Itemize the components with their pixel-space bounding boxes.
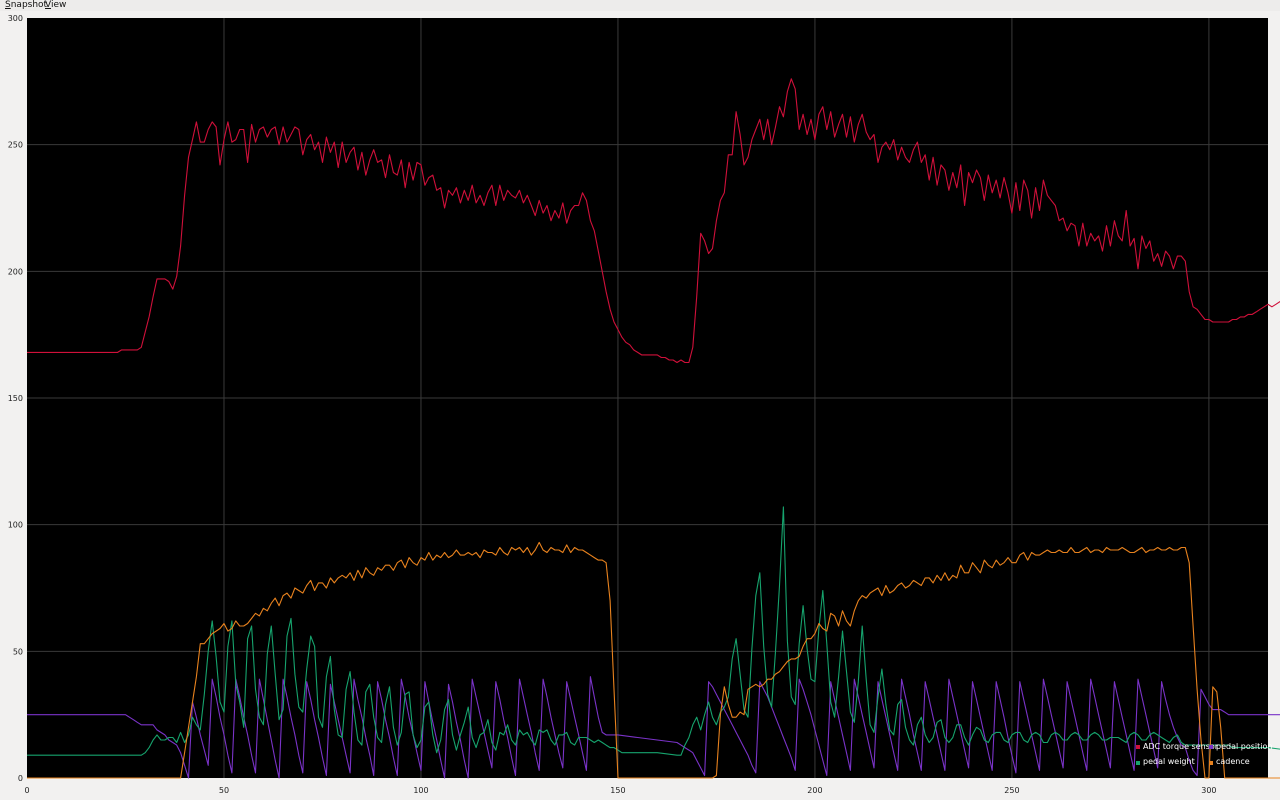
y-tick-label: 150 xyxy=(8,394,23,403)
x-tick-label: 0 xyxy=(24,786,29,795)
y-tick-label: 0 xyxy=(18,774,23,783)
menu-bar: Snapshot View xyxy=(0,0,1280,11)
menu-snapshot-rest: napshot xyxy=(10,0,48,10)
legend-swatch xyxy=(1136,745,1140,749)
x-tick-label: 300 xyxy=(1201,786,1216,795)
y-axis-ticks: 0 50 100 150 200 250 300 xyxy=(8,14,23,783)
menu-view[interactable]: View xyxy=(44,0,67,11)
legend-swatch xyxy=(1209,745,1213,749)
legend-label: pedal weight xyxy=(1143,757,1195,766)
y-tick-label: 250 xyxy=(8,141,23,150)
chart-area: 0 50 100 150 200 250 300 0 50 100 150 200 250 300 AD… xyxy=(0,11,1280,800)
legend-swatch xyxy=(1209,761,1213,765)
x-tick-label: 50 xyxy=(219,786,229,795)
x-tick-label: 100 xyxy=(413,786,428,795)
legend-swatch xyxy=(1136,761,1140,765)
x-tick-label: 150 xyxy=(610,786,625,795)
line-chart: 0 50 100 150 200 250 300 0 50 100 150 200 250 300 AD… xyxy=(8,14,1280,795)
x-axis-ticks: 0 50 100 150 200 250 300 xyxy=(24,786,1216,795)
menu-snapshot[interactable]: Snapshot xyxy=(4,0,48,11)
x-tick-label: 200 xyxy=(807,786,822,795)
legend-label: ADC torque sensor xyxy=(1143,742,1219,751)
y-tick-label: 300 xyxy=(8,14,23,23)
y-tick-label: 200 xyxy=(8,267,23,276)
legend-label: cadence xyxy=(1216,757,1250,766)
y-tick-label: 50 xyxy=(13,647,23,656)
legend-label: pedal position xyxy=(1216,742,1272,751)
y-tick-label: 100 xyxy=(8,521,23,530)
menu-view-rest: iew xyxy=(50,0,67,10)
x-tick-label: 250 xyxy=(1004,786,1019,795)
